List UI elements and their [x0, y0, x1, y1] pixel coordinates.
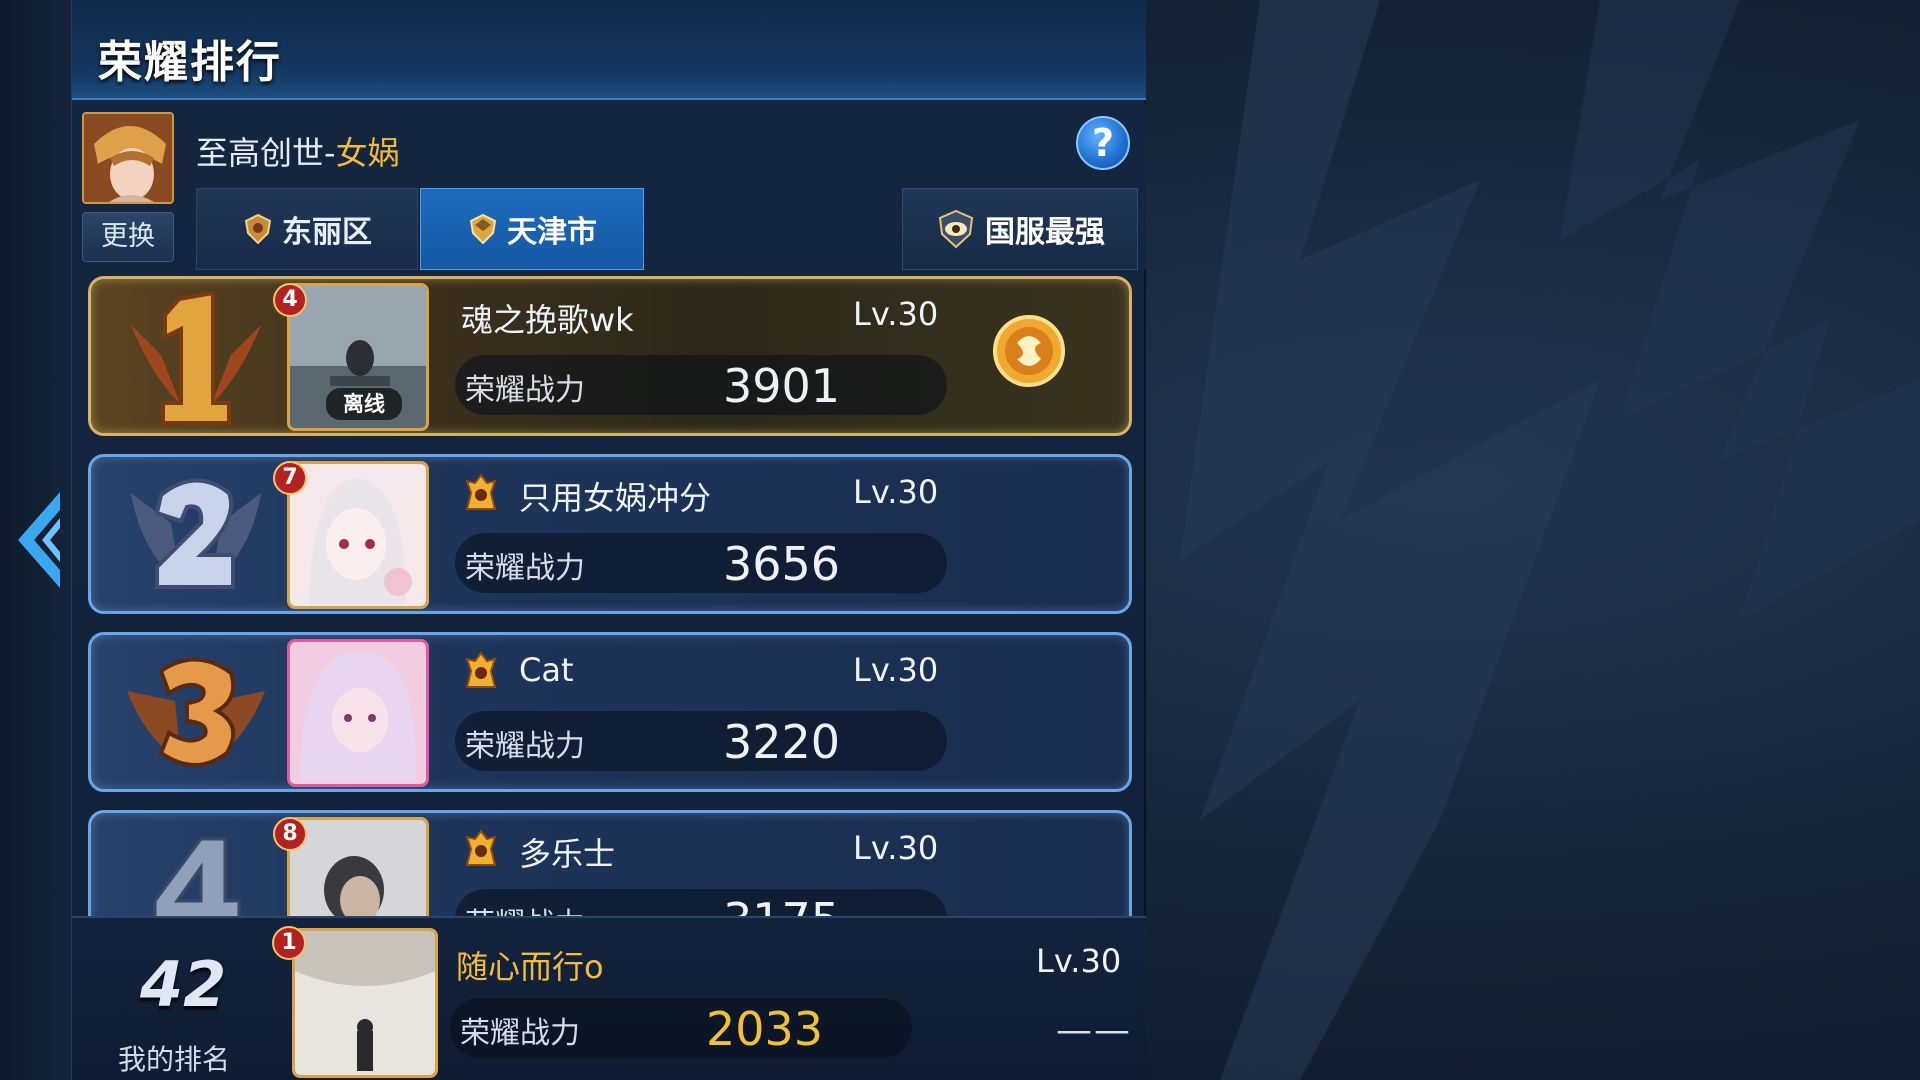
power-value: 3220	[723, 715, 841, 769]
rank-3-badge-icon	[127, 657, 265, 767]
hero-selector: 更换 至高创世-女娲 ? 东丽区 天津市 国服最强	[72, 104, 1146, 270]
help-button[interactable]: ?	[1076, 116, 1130, 170]
my-avatar[interactable]	[292, 928, 438, 1078]
power-bar: 荣耀战力 3901	[455, 355, 947, 415]
player-avatar[interactable]	[287, 817, 429, 916]
city-shield-icon	[469, 213, 497, 245]
tab-national[interactable]: 国服最强	[902, 188, 1138, 270]
power-bar: 荣耀战力 3175	[455, 889, 947, 916]
player-level-badge: 4	[273, 283, 307, 317]
ranking-row-3[interactable]: Cat Lv.30 荣耀战力 3220	[88, 632, 1132, 792]
my-rank-label: 我的排名	[118, 1043, 231, 1076]
power-bar: 荣耀战力 3656	[455, 533, 947, 593]
power-value: 3656	[723, 537, 841, 591]
rank-4-badge-icon	[153, 837, 241, 916]
my-rank-number: 42	[140, 948, 227, 1021]
player-rank-icon	[465, 651, 497, 688]
player-avatar[interactable]	[287, 461, 429, 609]
rank-trend-indicator: ——	[1056, 1010, 1132, 1051]
tab-district-label: 东丽区	[282, 215, 372, 250]
my-rank-panel: 42 我的排名 1 随心而行o Lv.30 荣耀战力 2033 ——	[72, 916, 1146, 1080]
district-shield-icon	[244, 213, 272, 245]
player-name: 多乐士	[519, 835, 616, 873]
power-label: 荣耀战力	[465, 373, 585, 408]
hero-name: 至高创世-女娲	[196, 128, 400, 174]
hero-name-highlight: 女娲	[335, 134, 400, 172]
power-label: 荣耀战力	[465, 551, 585, 586]
player-name: 只用女娲冲分	[519, 479, 712, 517]
my-power-bar: 荣耀战力 2033	[450, 998, 912, 1058]
offline-status-badge: 离线	[326, 388, 402, 420]
power-value: 3175	[723, 893, 840, 916]
power-label: 荣耀战力	[460, 1016, 580, 1051]
power-label: 荣耀战力	[465, 899, 585, 916]
tab-national-label: 国服最强	[985, 215, 1105, 250]
page-title: 荣耀排行	[98, 37, 282, 88]
player-name: 魂之挽歌wk	[461, 301, 634, 339]
tab-district[interactable]: 东丽区	[196, 188, 418, 270]
player-level-badge: 7	[273, 461, 307, 495]
hero-name-prefix: 至高创世-	[196, 134, 336, 172]
player-avatar-image	[290, 642, 426, 784]
my-player-name: 随心而行o	[456, 948, 604, 986]
rank-1-badge-icon	[131, 290, 261, 425]
my-player-level: Lv.30	[1036, 942, 1122, 980]
left-strip	[0, 0, 72, 1080]
ranking-list: 4 离线 魂之挽歌wk Lv.30 荣耀战力 3901 7 只用女娲冲分 Lv.…	[72, 272, 1146, 916]
gold-medal-icon[interactable]	[991, 313, 1067, 389]
ranking-row-2[interactable]: 7 只用女娲冲分 Lv.30 荣耀战力 3656	[88, 454, 1132, 614]
tab-city[interactable]: 天津市	[420, 188, 644, 270]
player-avatar[interactable]	[287, 639, 429, 787]
back-arrow-icon[interactable]	[10, 488, 64, 592]
player-rank-icon	[465, 473, 497, 510]
power-bar: 荣耀战力 3220	[455, 711, 947, 771]
my-power-value: 2033	[706, 1002, 824, 1056]
change-hero-button[interactable]: 更换	[82, 212, 174, 262]
tab-city-label: 天津市	[507, 215, 597, 250]
my-avatar-image	[295, 931, 435, 1075]
player-avatar-image	[290, 820, 426, 916]
player-name: Cat	[519, 651, 574, 689]
ranking-panel: 荣耀排行 更换 至高创世-女娲 ? 东丽区 天津市 国服最强 4 离线 魂之挽歌…	[72, 0, 1146, 1080]
ranking-row-4[interactable]: 8 多乐士 Lv.30 荣耀战力 3175	[88, 810, 1132, 916]
player-level: Lv.30	[853, 651, 939, 689]
hero-avatar[interactable]	[82, 112, 174, 204]
rank-2-badge-icon	[131, 478, 261, 589]
player-level-badge: 1	[272, 926, 306, 960]
national-eye-icon	[938, 209, 974, 249]
player-avatar[interactable]: 离线	[287, 283, 429, 431]
power-value: 3901	[723, 359, 841, 413]
player-level: Lv.30	[853, 295, 939, 333]
panel-header: 荣耀排行	[72, 0, 1146, 100]
player-level: Lv.30	[853, 829, 939, 867]
ranking-row-1[interactable]: 4 离线 魂之挽歌wk Lv.30 荣耀战力 3901	[88, 276, 1132, 436]
power-label: 荣耀战力	[465, 729, 585, 764]
player-rank-icon	[465, 829, 497, 866]
player-level-badge: 8	[273, 817, 307, 851]
player-avatar-image	[290, 464, 426, 606]
hero-portrait-icon	[84, 114, 172, 202]
background-emblem	[1180, 0, 1920, 1080]
player-level: Lv.30	[853, 473, 939, 511]
